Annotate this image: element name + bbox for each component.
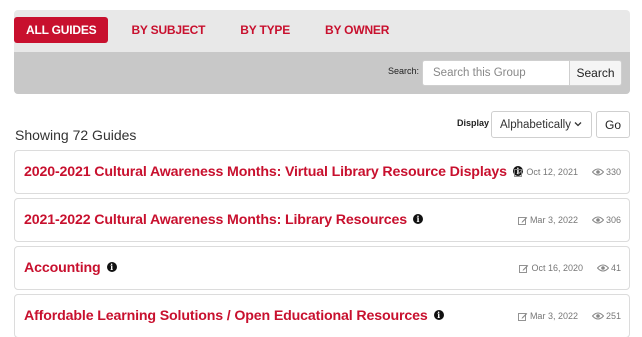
guide-views: 330 — [605, 167, 621, 177]
eye-icon — [591, 216, 604, 224]
guide-title-text: 2021-2022 Cultural Awareness Months: Lib… — [24, 212, 407, 228]
search-label: Search: — [388, 66, 420, 76]
results-count: Showing 72 Guides — [15, 127, 137, 143]
edit-icon — [519, 264, 529, 273]
guide-title-link[interactable]: 2020-2021 Cultural Awareness Months: Vir… — [24, 164, 523, 180]
guide-title-link[interactable]: 2021-2022 Cultural Awareness Months: Lib… — [24, 212, 423, 228]
guide-updated: Mar 3, 2022 — [529, 311, 578, 321]
guide-row: Affordable Learning Solutions / Open Edu… — [14, 294, 630, 337]
guide-row: 2021-2022 Cultural Awareness Months: Lib… — [14, 198, 630, 242]
chevron-down-icon — [574, 122, 582, 127]
eye-icon — [591, 312, 604, 320]
info-icon[interactable]: i — [106, 262, 117, 273]
guide-title-text: Accounting — [24, 260, 101, 276]
guide-row: 2020-2021 Cultural Awareness Months: Vir… — [14, 150, 630, 194]
guide-views: 251 — [605, 311, 621, 321]
guide-updated: Oct 12, 2021 — [526, 167, 578, 177]
guide-title-link[interactable]: Affordable Learning Solutions / Open Edu… — [24, 308, 444, 324]
guide-meta: Oct 12, 2021 330 — [514, 167, 621, 177]
guide-meta: Oct 16, 2020 41 — [519, 263, 621, 273]
guide-meta: Mar 3, 2022 306 — [517, 215, 621, 225]
eye-icon — [591, 168, 604, 176]
edit-icon — [517, 312, 528, 321]
guide-views: 41 — [610, 263, 621, 273]
guide-updated: Oct 16, 2020 — [531, 263, 583, 273]
eye-icon — [596, 264, 609, 272]
search-input[interactable] — [422, 60, 570, 86]
go-button[interactable]: Go — [596, 111, 630, 138]
info-icon[interactable]: i — [413, 214, 423, 225]
info-icon[interactable]: i — [433, 310, 444, 321]
guide-tabs: ALL GUIDES BY SUBJECT BY TYPE BY OWNER — [14, 10, 412, 50]
guide-updated: Mar 3, 2022 — [529, 215, 578, 225]
guide-title-text: 2020-2021 Cultural Awareness Months: Vir… — [24, 164, 507, 180]
tab-by-type[interactable]: BY TYPE — [228, 17, 302, 43]
tab-by-owner[interactable]: BY OWNER — [313, 17, 401, 43]
guide-meta: Mar 3, 2022 251 — [517, 311, 621, 321]
search-bar: Search: Search — [14, 52, 630, 94]
display-label: Display — [457, 118, 490, 128]
guide-title-text: Affordable Learning Solutions / Open Edu… — [24, 308, 428, 324]
edit-icon — [517, 216, 528, 225]
guide-row: Accounting i Oct 16, 2020 41 — [14, 246, 630, 290]
guide-views: 306 — [605, 215, 621, 225]
display-select-value: Alphabetically — [500, 118, 571, 131]
tab-by-subject[interactable]: BY SUBJECT — [119, 17, 217, 43]
display-select[interactable]: Alphabetically — [491, 111, 592, 138]
search-button[interactable]: Search — [569, 60, 622, 86]
edit-icon — [514, 168, 524, 177]
guide-title-link[interactable]: Accounting i — [24, 260, 117, 276]
tab-all-guides[interactable]: ALL GUIDES — [14, 17, 109, 43]
